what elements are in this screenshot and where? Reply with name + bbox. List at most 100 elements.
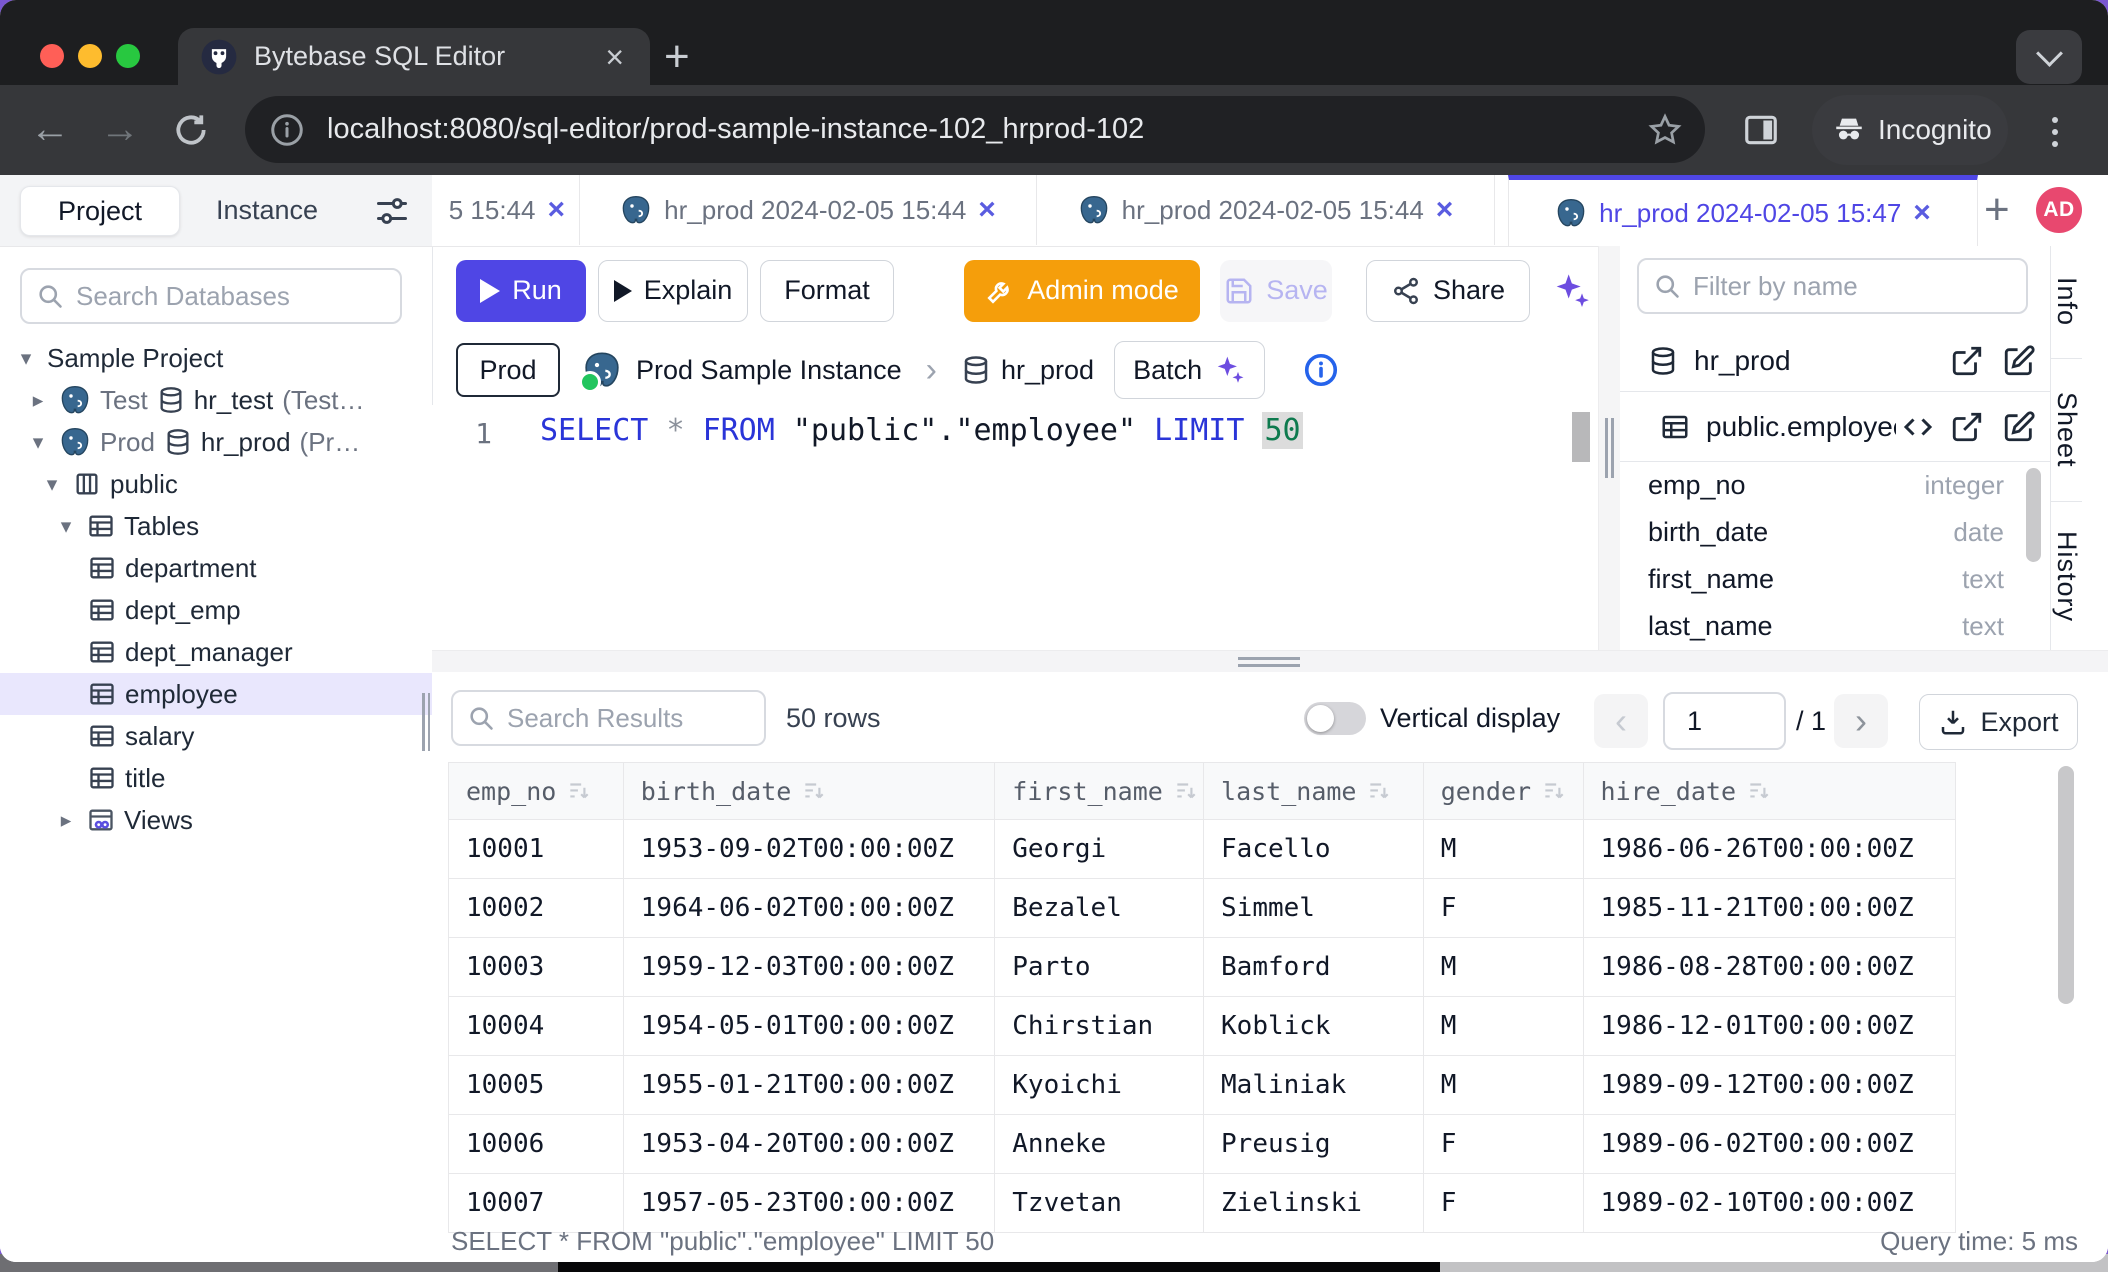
sidebar-table-item-title[interactable]: title xyxy=(0,757,432,799)
edit-icon[interactable] xyxy=(2002,344,2036,378)
schema-column-row[interactable]: birth_datedate xyxy=(1620,509,2050,556)
sort-icon[interactable] xyxy=(1541,778,1567,804)
new-browser-tab-button[interactable]: + xyxy=(664,32,690,82)
table-row[interactable]: 100061953-04-20T00:00:00ZAnnekePreusigF1… xyxy=(449,1115,1955,1174)
column-header-first_name[interactable]: first_name xyxy=(995,763,1204,819)
admin-mode-button[interactable]: Admin mode xyxy=(964,260,1200,322)
close-tab-icon[interactable]: × xyxy=(978,195,996,225)
table-row[interactable]: 100011953-09-02T00:00:00ZGeorgiFacelloM1… xyxy=(449,820,1955,879)
schema-filter-input[interactable] xyxy=(1691,270,2026,303)
results-search-input[interactable] xyxy=(505,702,764,735)
chevron-collapsed-icon[interactable]: ▸ xyxy=(26,388,50,413)
back-icon[interactable]: ← xyxy=(30,109,70,149)
sort-icon[interactable] xyxy=(801,778,827,804)
tree-item-schema-public[interactable]: ▾ public xyxy=(0,463,432,505)
column-header-gender[interactable]: gender xyxy=(1424,763,1584,819)
sidebar-table-item-department[interactable]: department xyxy=(0,547,432,589)
sidebar-table-item-salary[interactable]: salary xyxy=(0,715,432,757)
run-button[interactable]: Run xyxy=(456,260,586,322)
results-search[interactable] xyxy=(451,690,766,746)
open-external-icon[interactable] xyxy=(1950,344,1984,378)
schema-column-row[interactable]: emp_nointeger xyxy=(1620,462,2050,509)
reload-icon[interactable] xyxy=(172,111,210,149)
schema-filter[interactable] xyxy=(1637,258,2028,314)
close-tab-icon[interactable]: × xyxy=(547,195,565,225)
format-button[interactable]: Format xyxy=(760,260,894,322)
close-tab-icon[interactable]: × xyxy=(1436,195,1454,225)
column-header-last_name[interactable]: last_name xyxy=(1204,763,1424,819)
column-list-scrollbar[interactable] xyxy=(2026,468,2041,562)
schema-database-row[interactable]: hr_prod xyxy=(1620,330,2050,392)
instance-name[interactable]: Prod Sample Instance xyxy=(636,355,902,386)
vertical-display-toggle[interactable] xyxy=(1304,702,1366,735)
forward-icon[interactable]: → xyxy=(100,109,140,149)
sort-icon[interactable] xyxy=(566,778,592,804)
minimize-window-button[interactable] xyxy=(78,44,102,68)
explain-button[interactable]: Explain xyxy=(598,260,748,322)
sidebar-table-item-dept_manager[interactable]: dept_manager xyxy=(0,631,432,673)
share-button[interactable]: Share xyxy=(1366,260,1530,322)
tree-item-views-group[interactable]: ▸ Views xyxy=(0,799,432,841)
sidebar-table-item-employee[interactable]: employee xyxy=(0,673,432,715)
editor-tab[interactable]: hr_prod 2024-02-05 15:47× xyxy=(1508,175,1978,246)
address-bar[interactable]: localhost:8080/sql-editor/prod-sample-in… xyxy=(245,96,1705,163)
sidebar-settings-icon[interactable] xyxy=(374,193,410,229)
chevron-expanded-icon[interactable]: ▾ xyxy=(14,346,38,371)
editor-tab[interactable]: 5 15:44× xyxy=(432,175,580,245)
sql-editor[interactable]: 1 SELECT * FROM "public"."employee" LIMI… xyxy=(432,405,1598,650)
database-name[interactable]: hr_prod xyxy=(1001,355,1094,386)
open-external-icon[interactable] xyxy=(1950,410,1984,444)
browser-tab[interactable]: Bytebase SQL Editor × xyxy=(178,28,650,85)
tab-project[interactable]: Project xyxy=(20,186,180,236)
panel-resize-handle-horizontal[interactable] xyxy=(432,650,2108,674)
editor-tab[interactable]: hr_prod 2024-02-05 15:44× xyxy=(1037,175,1495,245)
save-button[interactable]: Save xyxy=(1220,260,1332,322)
info-circle-icon[interactable] xyxy=(1303,352,1339,388)
sidebar-table-item-dept_emp[interactable]: dept_emp xyxy=(0,589,432,631)
table-row[interactable]: 100041954-05-01T00:00:00ZChirstianKoblic… xyxy=(449,997,1955,1056)
sort-icon[interactable] xyxy=(1366,778,1392,804)
batch-button[interactable]: Batch xyxy=(1114,341,1265,399)
column-header-hire_date[interactable]: hire_date xyxy=(1584,763,1956,819)
tree-item-prod-db[interactable]: ▾ Prod hr_prod (Pr… xyxy=(0,421,432,463)
page-number-input[interactable] xyxy=(1685,705,1769,738)
schema-column-row[interactable]: first_nametext xyxy=(1620,556,2050,603)
table-row[interactable]: 100071957-05-23T00:00:00ZTzvetanZielinsk… xyxy=(449,1174,1955,1233)
tab-history[interactable]: History xyxy=(2051,502,2082,652)
new-sheet-tab-button[interactable]: + xyxy=(1984,185,2010,235)
database-search[interactable] xyxy=(20,268,402,324)
chevron-expanded-icon[interactable]: ▾ xyxy=(54,514,78,539)
ai-sparkle-icon[interactable] xyxy=(1552,271,1592,311)
schema-column-row[interactable]: last_nametext xyxy=(1620,603,2050,650)
tab-sheet[interactable]: Sheet xyxy=(2051,359,2082,502)
tab-search-button[interactable] xyxy=(2016,30,2082,84)
editor-scrollbar[interactable] xyxy=(1572,412,1590,462)
table-row[interactable]: 100021964-06-02T00:00:00ZBezalelSimmelF1… xyxy=(449,879,1955,938)
sort-icon[interactable] xyxy=(1746,778,1772,804)
chevron-expanded-icon[interactable]: ▾ xyxy=(40,472,64,497)
site-info-icon[interactable] xyxy=(269,112,305,148)
close-browser-tab-icon[interactable]: × xyxy=(605,41,624,73)
sort-icon[interactable] xyxy=(1173,778,1199,804)
sidebar-resize-handle[interactable] xyxy=(419,693,430,756)
tree-item-tables-group[interactable]: ▾ Tables xyxy=(0,505,432,547)
bookmark-star-icon[interactable] xyxy=(1647,112,1683,148)
close-window-button[interactable] xyxy=(40,44,64,68)
schema-table-row[interactable]: public.employee xyxy=(1620,392,2050,462)
result-table-scrollbar[interactable] xyxy=(2058,766,2074,1004)
database-search-input[interactable] xyxy=(74,280,400,313)
tab-info[interactable]: Info xyxy=(2051,246,2082,359)
editor-tab[interactable]: hr_prod 2024-02-05 15:44× xyxy=(580,175,1037,245)
tree-item-test-db[interactable]: ▸ Test hr_test (Test… xyxy=(0,379,432,421)
column-header-emp_no[interactable]: emp_no xyxy=(449,763,624,819)
close-tab-icon[interactable]: × xyxy=(1913,198,1931,228)
code-icon[interactable] xyxy=(1900,409,1936,445)
zoom-window-button[interactable] xyxy=(116,44,140,68)
chevron-expanded-icon[interactable]: ▾ xyxy=(26,430,50,455)
next-page-button[interactable]: › xyxy=(1834,694,1888,748)
tab-instance[interactable]: Instance xyxy=(200,175,334,246)
chevron-collapsed-icon[interactable]: ▸ xyxy=(54,808,78,833)
tree-item-project[interactable]: ▾ Sample Project xyxy=(0,337,432,379)
browser-menu-icon[interactable] xyxy=(2052,111,2058,153)
panel-resize-handle-vertical[interactable] xyxy=(1598,246,1622,650)
